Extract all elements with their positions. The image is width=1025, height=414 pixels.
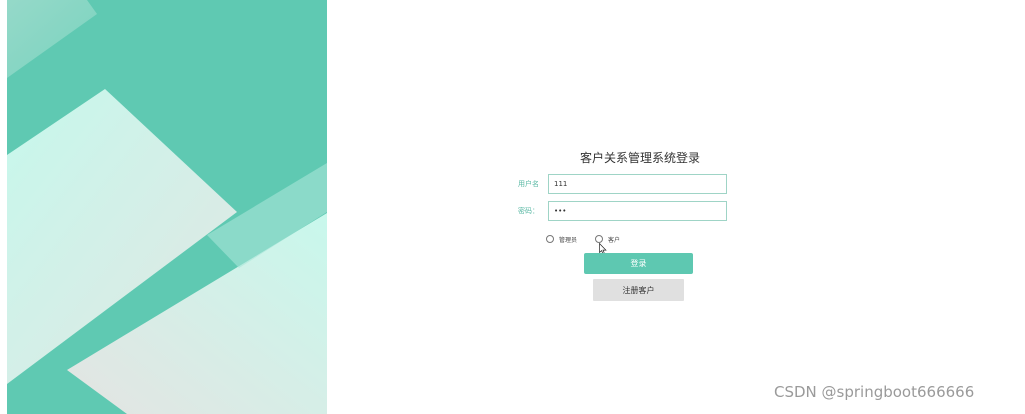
username-input[interactable] [548, 174, 727, 194]
customer-radio-label: 客户 [608, 236, 621, 244]
page-title: 客户关系管理系统登录 [580, 151, 701, 165]
password-label: 密码： [518, 207, 539, 215]
username-row: 用户名 [500, 174, 740, 196]
username-label: 用户名 [518, 180, 539, 188]
login-button[interactable]: 登录 [584, 253, 693, 274]
admin-radio[interactable] [546, 235, 554, 243]
customer-radio[interactable] [595, 235, 603, 243]
watermark-text: CSDN @springboot666666 [774, 383, 975, 401]
geometric-shapes-illustration [7, 0, 327, 414]
register-customer-button[interactable]: 注册客户 [593, 279, 684, 301]
password-input[interactable] [548, 201, 727, 221]
role-option-admin[interactable]: 管理员 [546, 233, 577, 245]
role-selector: 管理员 客户 [546, 233, 696, 245]
admin-radio-label: 管理员 [559, 236, 578, 244]
password-row: 密码： [500, 201, 740, 223]
decorative-background-panel [7, 0, 327, 414]
login-page: 客户关系管理系统登录 用户名 密码： 管理员 客户 登录 注册客户 CSDN @… [0, 0, 1025, 414]
